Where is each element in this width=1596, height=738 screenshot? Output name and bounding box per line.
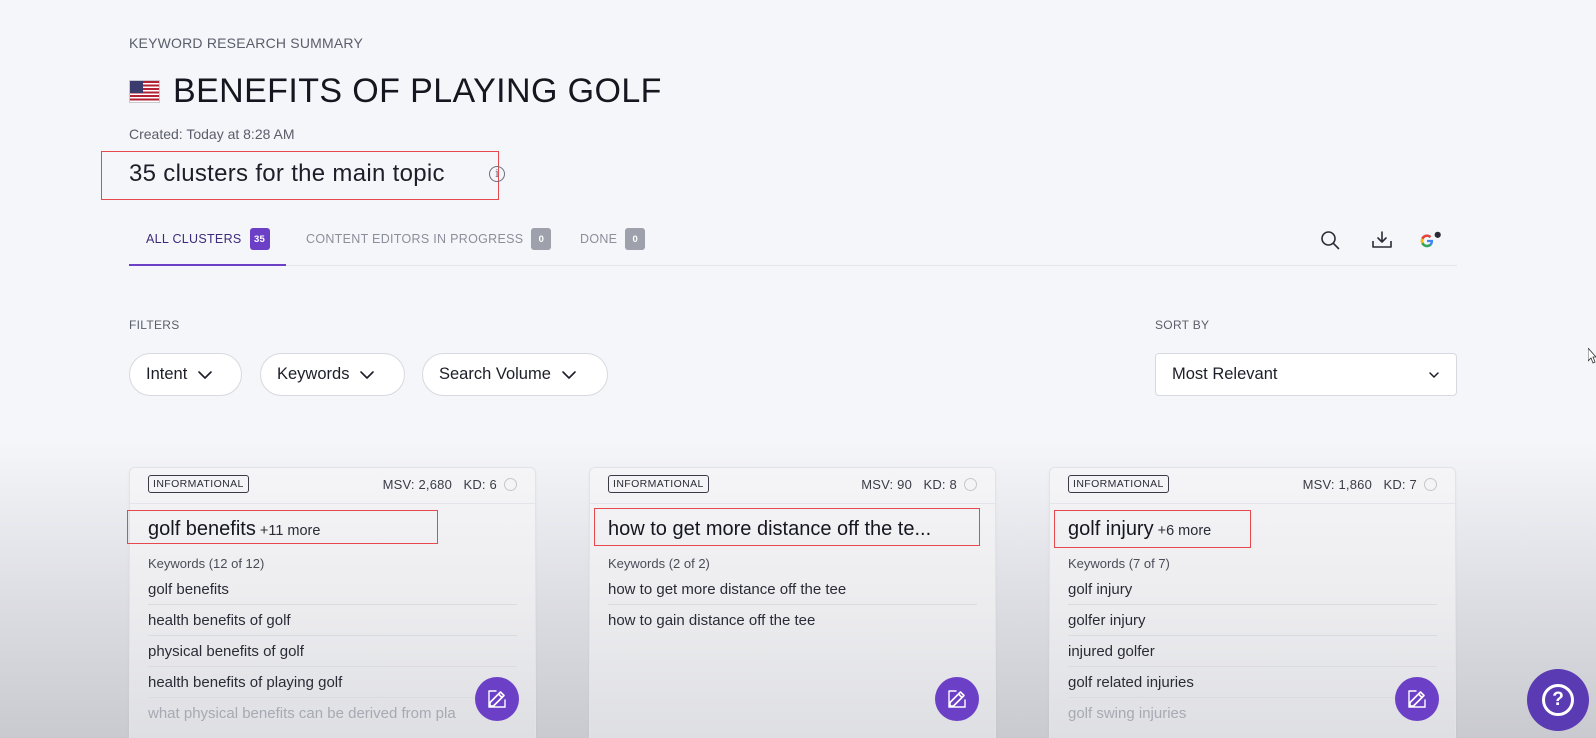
intent-filter-button[interactable]: Intent xyxy=(129,353,242,396)
list-item: injured golfer xyxy=(1068,636,1437,667)
mouse-cursor-icon xyxy=(1588,348,1596,364)
edit-icon xyxy=(948,690,966,708)
cluster-tabs: ALL CLUSTERS 35 CONTENT EDITORS IN PROGR… xyxy=(129,228,1457,266)
divider xyxy=(1050,503,1455,504)
list-item: how to get more distance off the tee xyxy=(608,574,977,605)
filters-label: FILTERS xyxy=(129,318,180,332)
divider xyxy=(590,503,995,504)
title-row: BENEFITS OF PLAYING GOLF xyxy=(129,72,662,111)
list-item: golf injury xyxy=(1068,574,1437,605)
chevron-down-icon xyxy=(359,367,375,383)
google-icon[interactable] xyxy=(1418,228,1442,252)
select-circle-icon[interactable] xyxy=(964,478,977,491)
search-icon[interactable] xyxy=(1318,228,1342,252)
list-item: physical benefits of golf xyxy=(148,636,517,667)
cluster-metrics: MSV: 2,680 KD: 6 xyxy=(382,477,497,492)
list-item: golf related injuries xyxy=(1068,667,1437,698)
list-item: health benefits of golf xyxy=(148,605,517,636)
keyword-research-page: KEYWORD RESEARCH SUMMARY BENEFITS OF PLA… xyxy=(0,0,1596,738)
sort-selected-value: Most Relevant xyxy=(1172,365,1278,383)
chevron-down-icon xyxy=(197,367,213,383)
list-item: health benefits of playing golf xyxy=(148,667,517,698)
us-flag-icon xyxy=(129,80,160,103)
cluster-metrics: MSV: 1,860 KD: 7 xyxy=(1302,477,1417,492)
list-item: what physical benefits can be derived fr… xyxy=(148,705,456,722)
tab-count-badge: 35 xyxy=(249,228,270,250)
keyword-list: golf benefits health benefits of golf ph… xyxy=(148,574,517,729)
info-icon[interactable]: i xyxy=(489,166,505,182)
question-icon: ? xyxy=(1542,684,1574,716)
chevron-down-icon xyxy=(561,367,577,383)
tab-done[interactable]: DONE 0 xyxy=(580,228,646,266)
page-subtitle: KEYWORD RESEARCH SUMMARY xyxy=(129,35,364,51)
keywords-count: Keywords (7 of 7) xyxy=(1068,556,1170,571)
intent-badge: INFORMATIONAL xyxy=(148,475,249,493)
intent-badge: INFORMATIONAL xyxy=(608,475,709,493)
sort-select[interactable]: Most Relevant xyxy=(1155,353,1457,396)
list-item: golf benefits xyxy=(148,574,517,605)
tab-count-badge: 0 xyxy=(531,228,552,250)
cluster-card[interactable]: INFORMATIONAL MSV: 1,860 KD: 7 golf inju… xyxy=(1049,467,1456,738)
divider xyxy=(130,503,535,504)
select-circle-icon[interactable] xyxy=(504,478,517,491)
cluster-name-highlight xyxy=(1054,510,1251,548)
sort-label: SORT BY xyxy=(1155,318,1210,332)
download-icon[interactable] xyxy=(1370,228,1394,252)
keywords-filter-button[interactable]: Keywords xyxy=(260,353,405,396)
chevron-down-icon xyxy=(1428,365,1440,384)
cluster-name-highlight xyxy=(127,510,438,544)
page-title: BENEFITS OF PLAYING GOLF xyxy=(173,72,662,110)
tab-all-clusters[interactable]: ALL CLUSTERS 35 xyxy=(129,228,286,266)
list-item: how to gain distance off the tee xyxy=(608,612,816,629)
list-item: golf swing injuries xyxy=(1068,705,1187,722)
intent-badge: INFORMATIONAL xyxy=(1068,475,1169,493)
edit-button[interactable] xyxy=(1395,677,1439,721)
created-timestamp: Created: Today at 8:28 AM xyxy=(129,126,295,142)
keywords-count: Keywords (2 of 2) xyxy=(608,556,710,571)
keywords-count: Keywords (12 of 12) xyxy=(148,556,265,571)
cluster-card[interactable]: INFORMATIONAL MSV: 2,680 KD: 6 golf bene… xyxy=(129,467,536,738)
edit-button[interactable] xyxy=(475,677,519,721)
filter-label: Search Volume xyxy=(439,365,551,383)
list-item: golfer injury xyxy=(1068,605,1437,636)
help-button[interactable]: ? xyxy=(1527,669,1589,731)
tab-label: DONE xyxy=(580,232,618,246)
keyword-list: how to get more distance off the tee how… xyxy=(608,574,977,636)
filter-label: Keywords xyxy=(277,365,350,383)
edit-icon xyxy=(488,690,506,708)
keyword-list: golf injury golfer injury injured golfer… xyxy=(1068,574,1437,729)
tab-label: CONTENT EDITORS IN PROGRESS xyxy=(306,232,524,246)
filter-label: Intent xyxy=(146,365,188,383)
tab-content-editors[interactable]: CONTENT EDITORS IN PROGRESS 0 xyxy=(306,228,552,266)
tab-count-badge: 0 xyxy=(625,228,646,250)
tab-label: ALL CLUSTERS xyxy=(146,232,242,246)
clusters-summary: 35 clusters for the main topic xyxy=(129,160,445,187)
cluster-metrics: MSV: 90 KD: 8 xyxy=(861,477,957,492)
search-volume-filter-button[interactable]: Search Volume xyxy=(422,353,608,396)
edit-icon xyxy=(1408,690,1426,708)
edit-button[interactable] xyxy=(935,677,979,721)
cluster-name-highlight xyxy=(594,508,980,546)
select-circle-icon[interactable] xyxy=(1424,478,1437,491)
